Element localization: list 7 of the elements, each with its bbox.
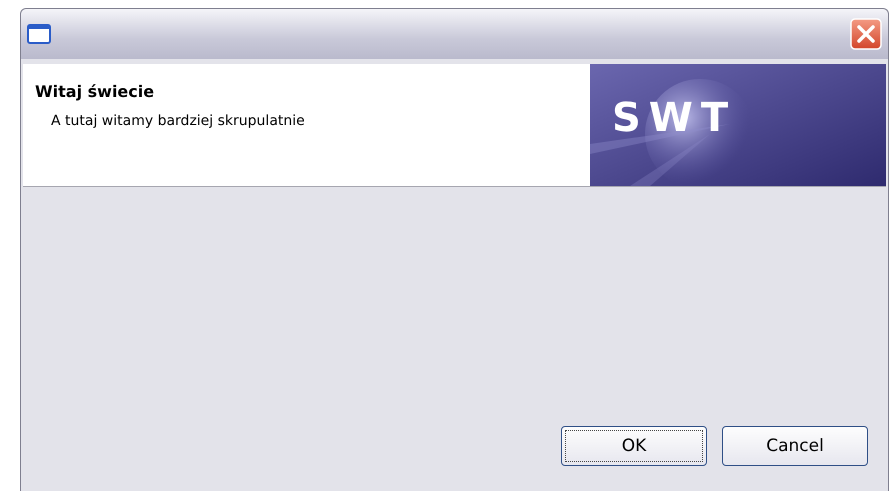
window-icon <box>27 24 51 44</box>
banner-message: A tutaj witamy bardziej skrupulatnie <box>50 113 306 129</box>
banner-title: Witaj świecie <box>35 82 156 101</box>
cancel-button[interactable]: Cancel <box>722 426 868 466</box>
ok-button[interactable]: OK <box>561 426 707 466</box>
logo-text: SWT <box>612 98 736 138</box>
close-icon[interactable] <box>850 18 882 50</box>
